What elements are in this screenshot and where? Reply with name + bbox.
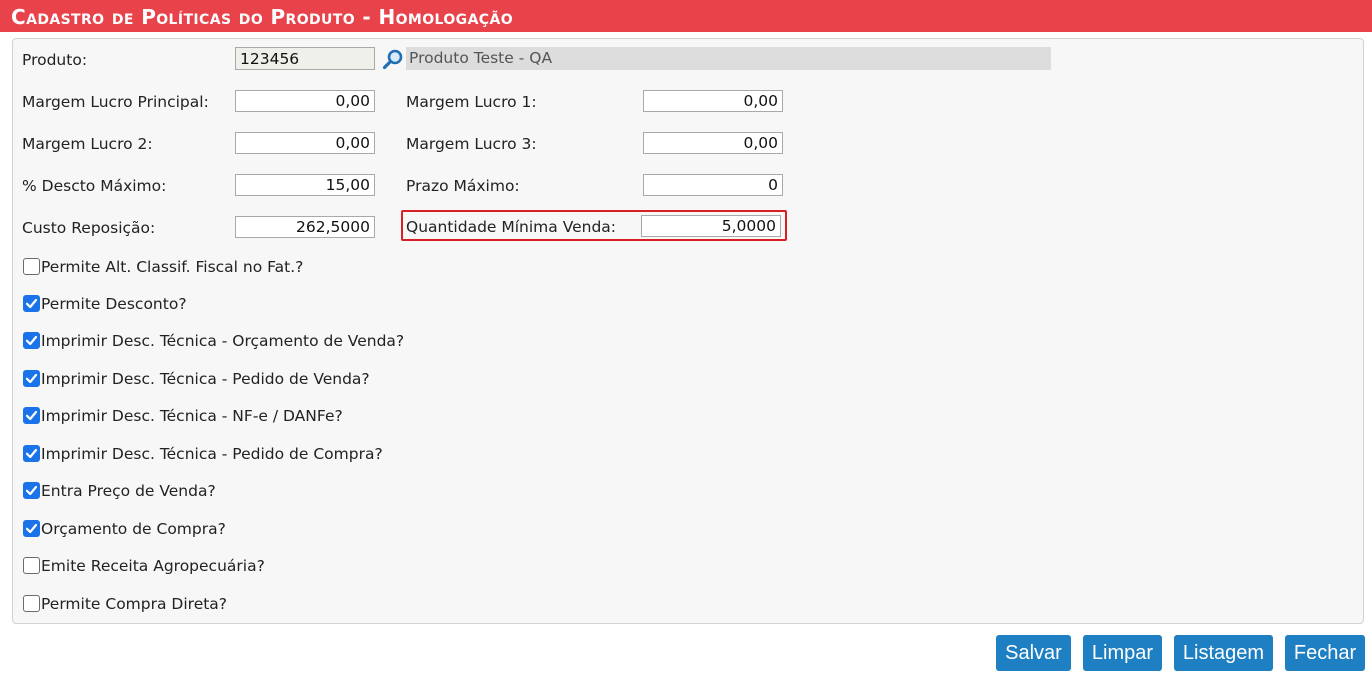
checkbox[interactable] xyxy=(23,595,40,612)
checkbox-label: Permite Desconto? xyxy=(41,295,187,313)
checkbox[interactable] xyxy=(23,258,40,275)
descto-maximo-input[interactable] xyxy=(235,174,375,196)
produto-label: Produto: xyxy=(22,51,88,69)
check-icon xyxy=(25,298,38,309)
qtd-minima-input[interactable] xyxy=(641,215,781,237)
qtd-minima-label: Quantidade Mínima Venda: xyxy=(406,218,617,236)
margem-3-input[interactable] xyxy=(643,132,783,154)
checkbox-label: Permite Compra Direta? xyxy=(41,595,228,613)
prazo-maximo-label: Prazo Máximo: xyxy=(406,177,520,195)
fechar-button[interactable]: Fechar xyxy=(1285,635,1365,671)
checkbox-label: Imprimir Desc. Técnica - Orçamento de Ve… xyxy=(41,332,405,350)
margem-principal-input[interactable] xyxy=(235,90,375,112)
checkbox[interactable] xyxy=(23,445,40,462)
check-icon xyxy=(25,485,38,496)
checkbox-label: Permite Alt. Classif. Fiscal no Fat.? xyxy=(41,258,304,276)
limpar-button[interactable]: Limpar xyxy=(1083,635,1162,671)
checkbox-label: Imprimir Desc. Técnica - NF-e / DANFe? xyxy=(41,407,343,425)
search-icon[interactable] xyxy=(382,48,404,70)
listagem-button[interactable]: Listagem xyxy=(1174,635,1273,671)
margem-1-input[interactable] xyxy=(643,90,783,112)
margem-2-label: Margem Lucro 2: xyxy=(22,135,153,153)
margem-2-input[interactable] xyxy=(235,132,375,154)
salvar-button[interactable]: Salvar xyxy=(996,635,1071,671)
prazo-maximo-input[interactable] xyxy=(643,174,783,196)
margem-1-label: Margem Lucro 1: xyxy=(406,93,537,111)
checkbox[interactable] xyxy=(23,557,40,574)
produto-code-input[interactable] xyxy=(235,47,375,70)
checkbox[interactable] xyxy=(23,407,40,424)
check-icon xyxy=(25,335,38,346)
custo-reposicao-label: Custo Reposição: xyxy=(22,219,156,237)
check-icon xyxy=(25,523,38,534)
checkbox-label: Orçamento de Compra? xyxy=(41,520,226,538)
custo-reposicao-input[interactable] xyxy=(235,216,375,238)
checkbox[interactable] xyxy=(23,370,40,387)
checkbox[interactable] xyxy=(23,482,40,499)
checkbox-label: Emite Receita Agropecuária? xyxy=(41,557,265,575)
checkbox-label: Imprimir Desc. Técnica - Pedido de Compr… xyxy=(41,445,383,463)
margem-principal-label: Margem Lucro Principal: xyxy=(22,93,209,111)
page-title: Cadastro de Políticas do Produto - Homol… xyxy=(11,5,514,29)
produto-description: Produto Teste - QA xyxy=(406,47,1051,70)
check-icon xyxy=(25,448,38,459)
checkbox[interactable] xyxy=(23,520,40,537)
title-bar: Cadastro de Políticas do Produto - Homol… xyxy=(0,0,1372,32)
margem-3-label: Margem Lucro 3: xyxy=(406,135,537,153)
checkbox-label: Imprimir Desc. Técnica - Pedido de Venda… xyxy=(41,370,370,388)
checkbox-label: Entra Preço de Venda? xyxy=(41,482,216,500)
check-icon xyxy=(25,373,38,384)
checkbox[interactable] xyxy=(23,295,40,312)
descto-maximo-label: % Descto Máximo: xyxy=(22,177,167,195)
check-icon xyxy=(25,410,38,421)
checkbox[interactable] xyxy=(23,332,40,349)
